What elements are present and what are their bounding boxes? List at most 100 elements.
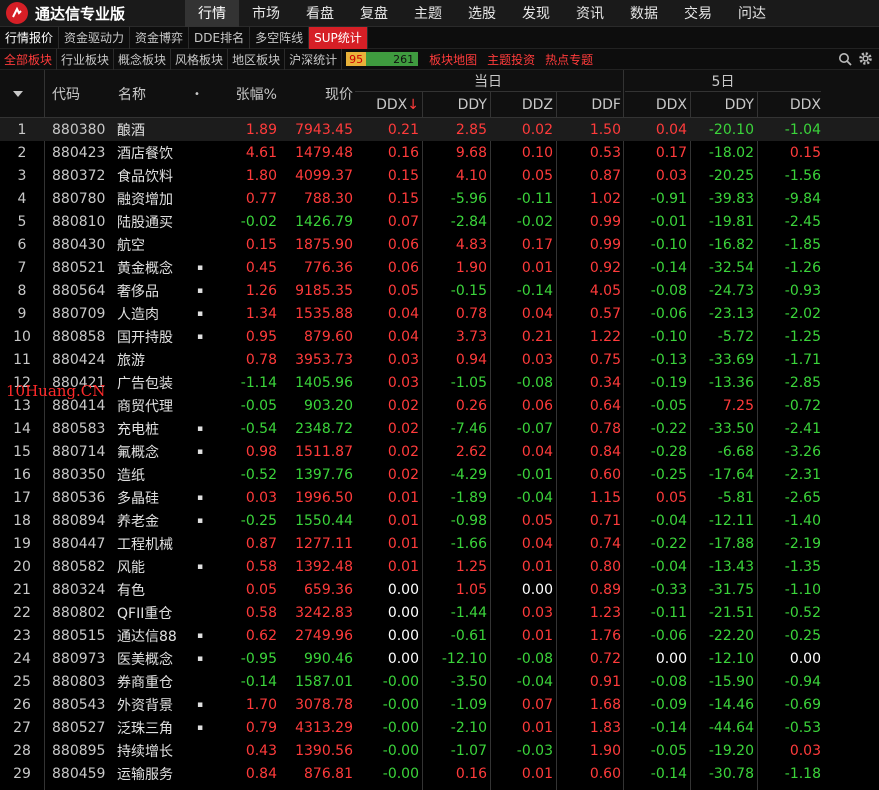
- tab-hs-stats[interactable]: 沪深统计: [285, 48, 343, 70]
- table-row[interactable]: 1 880380 酿酒 1.89 7943.45 0.21 2.85 0.02 1.50 0.04…: [0, 118, 879, 141]
- sort-toggle-icon[interactable]: [12, 82, 32, 106]
- row-marker: [197, 233, 205, 256]
- menu-watch[interactable]: 看盘: [293, 0, 347, 27]
- tab-board-map[interactable]: 板块地图: [424, 49, 482, 70]
- row-ddy: 0.78: [455, 305, 487, 322]
- table-row[interactable]: 14 880583 充电桩 ▪ -0.54 2348.72 0.02 -7.46 -0.07 0.…: [0, 417, 879, 440]
- table-row[interactable]: 13 880414 商贸代理 -0.05 903.20 0.02 0.26 0.06 0.64-…: [0, 394, 879, 417]
- row-price: 3242.83: [295, 604, 353, 621]
- header-price[interactable]: 现价: [281, 82, 353, 106]
- row-ddx-5d: 0.05: [655, 489, 687, 506]
- menu-discover[interactable]: 发现: [509, 0, 563, 27]
- table-row[interactable]: 9 880709 人造肉 ▪ 1.34 1535.88 0.04 0.78 0.04 0.57 -0…: [0, 302, 879, 325]
- table-row[interactable]: 21 880324 有色 0.05 659.36 0.00 1.05 0.00 0.89 -0.3…: [0, 578, 879, 601]
- row-name: 券商重仓: [117, 674, 173, 691]
- menu-screener[interactable]: 选股: [455, 0, 509, 27]
- header-ddx-5d-b[interactable]: DDX: [759, 93, 821, 117]
- menu-news[interactable]: 资讯: [563, 0, 617, 27]
- tab-style-boards[interactable]: 风格板块: [171, 48, 229, 70]
- row-code: 880527: [52, 719, 106, 736]
- table-row[interactable]: 20 880582 风能 ▪ 0.58 1392.48 0.01 1.25 0.01 0.80 -0…: [0, 555, 879, 578]
- header-code[interactable]: 代码: [52, 82, 80, 106]
- table-row[interactable]: 24 880973 医美概念 ▪ -0.95 990.46 0.00 -12.10 -0.08 0…: [0, 647, 879, 670]
- table-row[interactable]: 5 880810 陆股通买 -0.02 1426.79 0.07 -2.84 -0.02 0.9…: [0, 210, 879, 233]
- row-ddx-5d: -0.19: [650, 374, 687, 391]
- row-name: 奢侈品: [117, 283, 159, 300]
- menu-quotes[interactable]: 行情: [185, 0, 239, 27]
- row-ddz: 0.01: [521, 765, 553, 782]
- table-row[interactable]: 3 880372 食品饮料 1.80 4099.37 0.15 4.10 0.05 0.87 0.…: [0, 164, 879, 187]
- menu-theme[interactable]: 主题: [401, 0, 455, 27]
- menu-ask[interactable]: 问达: [725, 0, 779, 27]
- row-ddz: 0.01: [521, 558, 553, 575]
- table-row[interactable]: 11 880424 旅游 0.78 3953.73 0.03 0.94 0.03 0.75 -0.…: [0, 348, 879, 371]
- table-row[interactable]: 19 880447 工程机械 0.87 1277.11 0.01 -1.66 0.04 0.74…: [0, 532, 879, 555]
- table-row[interactable]: 4 880780 融资增加 0.77 788.30 0.15 -5.96 -0.11 1.02 -…: [0, 187, 879, 210]
- table-row[interactable]: 8 880564 奢侈品 ▪ 1.26 9185.35 0.05 -0.15 -0.14 4.05…: [0, 279, 879, 302]
- subnav-fund-game[interactable]: 资金博弈: [130, 26, 190, 49]
- table-row[interactable]: 10 880858 国开持股 ▪ 0.95 879.60 0.04 3.73 0.21 1.22 -…: [0, 325, 879, 348]
- subnav-sup-stats[interactable]: SUP统计: [309, 26, 368, 49]
- table-row[interactable]: 27 880527 泛珠三角 ▪ 0.79 4313.29 -0.00 -2.10 0.01 1.…: [0, 716, 879, 739]
- header-ddy[interactable]: DDY: [423, 93, 487, 117]
- row-ddy: 0.94: [455, 351, 487, 368]
- subnav-dde-rank[interactable]: DDE排名: [189, 26, 251, 49]
- row-change-pct: 0.58: [245, 558, 277, 575]
- search-icon[interactable]: [837, 51, 852, 66]
- subnav-long-short[interactable]: 多空阵线: [250, 26, 310, 49]
- row-change-pct: 0.45: [245, 259, 277, 276]
- row-ddz: 0.01: [521, 719, 553, 736]
- header-ddy-5d[interactable]: DDY: [691, 93, 754, 117]
- header-ddx[interactable]: DDX ↓: [355, 93, 419, 117]
- row-index: 11: [13, 351, 31, 368]
- row-code: 880803: [52, 673, 106, 690]
- header-ddx-5d[interactable]: DDX: [625, 93, 687, 117]
- row-ddx: -0.00: [382, 719, 419, 736]
- tab-concept-boards[interactable]: 概念板块: [114, 48, 172, 70]
- gear-icon[interactable]: [858, 51, 873, 66]
- row-code: 880564: [52, 282, 106, 299]
- table-row[interactable]: 12 880421 广告包装 -1.14 1405.96 0.03 -1.05 -0.08 0.…: [0, 371, 879, 394]
- row-ddy-5d: -19.81: [708, 213, 754, 230]
- table-row[interactable]: 16 880350 造纸 -0.52 1397.76 0.02 -4.29 -0.01 0.60…: [0, 463, 879, 486]
- table-row[interactable]: 17 880536 多晶硅 ▪ 0.03 1996.50 0.01 -1.89 -0.04 1.1…: [0, 486, 879, 509]
- row-ddy: 2.62: [455, 443, 487, 460]
- row-ddy: 1.90: [455, 259, 487, 276]
- table-row[interactable]: 7 880521 黄金概念 ▪ 0.45 776.36 0.06 1.90 0.01 0.92 -0…: [0, 256, 879, 279]
- table-row[interactable]: 23 880515 通达信88 ▪ 0.62 2749.96 0.00 -0.61 0.01 1.…: [0, 624, 879, 647]
- header-ddf[interactable]: DDF: [557, 93, 621, 117]
- table-row[interactable]: 29 880459 运输服务 0.84 876.81 -0.00 0.16 0.01 0.60 -…: [0, 762, 879, 785]
- table-row[interactable]: 15 880714 氟概念 ▪ 0.98 1511.87 0.02 2.62 0.04 0.84 -…: [0, 440, 879, 463]
- table-row[interactable]: 18 880894 养老金 ▪ -0.25 1550.44 0.01 -0.98 0.05 0.7…: [0, 509, 879, 532]
- table-row[interactable]: 25 880803 券商重仓 -0.14 1587.01 -0.00 -3.50 -0.04 0…: [0, 670, 879, 693]
- tab-region-boards[interactable]: 地区板块: [228, 48, 286, 70]
- row-index: 15: [13, 443, 31, 460]
- row-ddx: 0.01: [387, 512, 419, 529]
- header-name[interactable]: 名称: [118, 82, 146, 106]
- subnav-fund-drive[interactable]: 资金驱动力: [59, 26, 131, 49]
- row-ddx-5d-b: -2.65: [784, 489, 821, 506]
- row-ddy-5d: -12.10: [708, 650, 754, 667]
- table-row[interactable]: 28 880895 持续增长 0.43 1390.56 -0.00 -1.07 -0.03 1.…: [0, 739, 879, 762]
- tab-theme-invest[interactable]: 主题投资: [482, 49, 540, 70]
- tab-industry-boards[interactable]: 行业板块: [57, 48, 115, 70]
- row-ddz: -0.08: [516, 650, 553, 667]
- menu-trade[interactable]: 交易: [671, 0, 725, 27]
- tab-hot-topics[interactable]: 热点专题: [540, 49, 598, 70]
- table-row[interactable]: 22 880802 QFII重仓 0.58 3242.83 0.00 -1.44 0.03 1.…: [0, 601, 879, 624]
- table-row[interactable]: 2 880423 酒店餐饮 4.61 1479.48 0.16 9.68 0.10 0.53 0.…: [0, 141, 879, 164]
- header-pct[interactable]: 张幅%: [205, 82, 277, 106]
- table-row[interactable]: 26 880543 外资背景 ▪ 1.70 3078.78 -0.00 -1.09 0.07 1.…: [0, 693, 879, 716]
- row-index: 1: [17, 121, 27, 138]
- table-row[interactable]: 6 880430 航空 0.15 1875.90 0.06 4.83 0.17 0.99 -0.1…: [0, 233, 879, 256]
- header-ddz[interactable]: DDZ: [491, 93, 553, 117]
- row-ddx: 0.02: [387, 420, 419, 437]
- subnav-quote-list[interactable]: 行情报价: [0, 26, 60, 49]
- menu-market[interactable]: 市场: [239, 0, 293, 27]
- menu-data[interactable]: 数据: [617, 0, 671, 27]
- tab-all-boards[interactable]: 全部板块: [0, 48, 58, 70]
- row-ddz: 0.06: [521, 397, 553, 414]
- row-price: 876.81: [304, 765, 353, 782]
- menu-review[interactable]: 复盘: [347, 0, 401, 27]
- row-name: 造纸: [117, 467, 145, 484]
